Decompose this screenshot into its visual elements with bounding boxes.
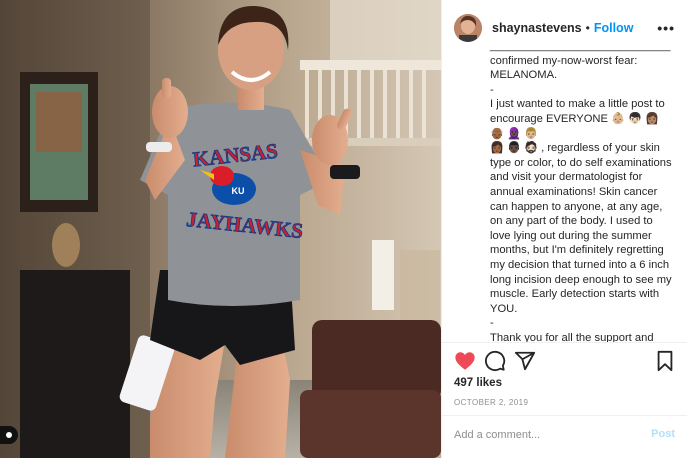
avatar[interactable] [454, 13, 482, 42]
photo-scene: KANSAS KU JAYHAWKS [0, 0, 441, 458]
follow-button[interactable]: Follow [594, 21, 634, 35]
caption-text: _____________________________ confirmed … [490, 42, 672, 342]
post-comment-button[interactable]: Post [651, 428, 675, 440]
divider [442, 342, 687, 343]
header-separator: • [585, 20, 590, 35]
post-detail-panel: shaynastevens • Follow ••• _____________… [441, 0, 687, 458]
user-tag-icon[interactable] [0, 426, 18, 444]
username-link[interactable]: shaynastevens [492, 21, 582, 35]
avatar-image [454, 13, 482, 42]
shirt-mascot-label: KU [232, 186, 245, 196]
divider [442, 415, 687, 416]
bookmark-icon[interactable] [654, 350, 676, 372]
user-tag-dot [6, 432, 12, 438]
likes-count[interactable]: 497 likes [454, 377, 502, 389]
post-date[interactable]: OCTOBER 2, 2019 [454, 398, 528, 407]
more-options-icon[interactable]: ••• [657, 20, 675, 36]
post-caption[interactable]: _____________________________ confirmed … [442, 42, 687, 342]
comment-icon[interactable] [484, 350, 506, 372]
post-photo[interactable]: KANSAS KU JAYHAWKS [0, 0, 441, 458]
post-actions [454, 350, 676, 376]
comment-input[interactable] [454, 424, 634, 446]
share-icon[interactable] [514, 350, 536, 372]
heart-icon[interactable] [454, 350, 476, 372]
